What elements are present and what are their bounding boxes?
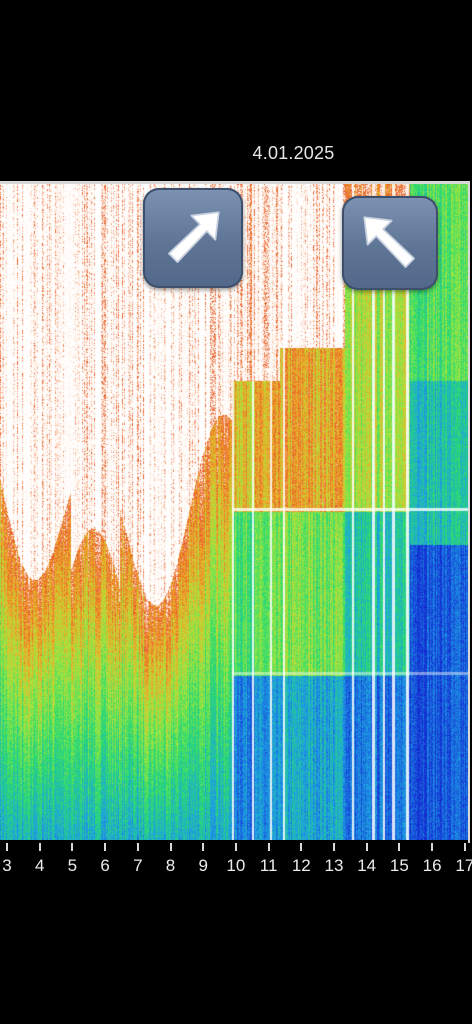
x-tick-label: 14: [357, 856, 377, 875]
x-tick-label: 7: [133, 856, 143, 875]
x-tick-mark: [169, 843, 172, 851]
x-tick-label: 16: [422, 856, 442, 875]
x-tick-label: 15: [389, 856, 409, 875]
x-tick-mark: [202, 843, 205, 851]
x-tick-label: 5: [67, 856, 78, 875]
x-tick-label: 8: [165, 856, 176, 875]
date-label: 4.01.2025: [252, 143, 335, 163]
x-tick-mark: [136, 843, 139, 851]
x-tick-label: 13: [324, 856, 344, 875]
x-tick-mark: [398, 843, 401, 851]
x-tick-mark: [463, 843, 466, 851]
x-tick-label: 10: [226, 856, 246, 875]
up-right-arrow-icon: [143, 188, 243, 288]
x-tick-mark: [267, 843, 270, 851]
x-tick-label: 12: [291, 856, 311, 875]
x-tick-mark: [234, 843, 237, 851]
x-tick-label: 4: [34, 856, 45, 875]
x-tick-mark: [333, 843, 335, 851]
x-tick-label: 3: [2, 856, 12, 875]
x-tick-mark: [104, 843, 107, 851]
x-axis: 3 4 5 6 7 8 9 10 11 12 13 14 15 16 17: [0, 843, 472, 883]
x-tick-mark: [38, 843, 41, 851]
x-tick-mark: [300, 843, 303, 851]
x-tick-label: 9: [198, 856, 208, 875]
x-tick-mark: [431, 843, 434, 851]
x-tick-mark: [365, 843, 368, 851]
up-left-arrow-icon: [342, 196, 438, 290]
x-tick-mark: [6, 843, 8, 851]
x-tick-label: 17: [455, 856, 472, 875]
x-tick-mark: [71, 843, 74, 851]
spectrogram-frame: 4.01.2025 3 4 5 6 7 8 9 10 11 12 13 14 15 16 17: [0, 0, 472, 1024]
x-tick-label: 6: [100, 856, 110, 875]
x-tick-label: 11: [259, 856, 278, 875]
